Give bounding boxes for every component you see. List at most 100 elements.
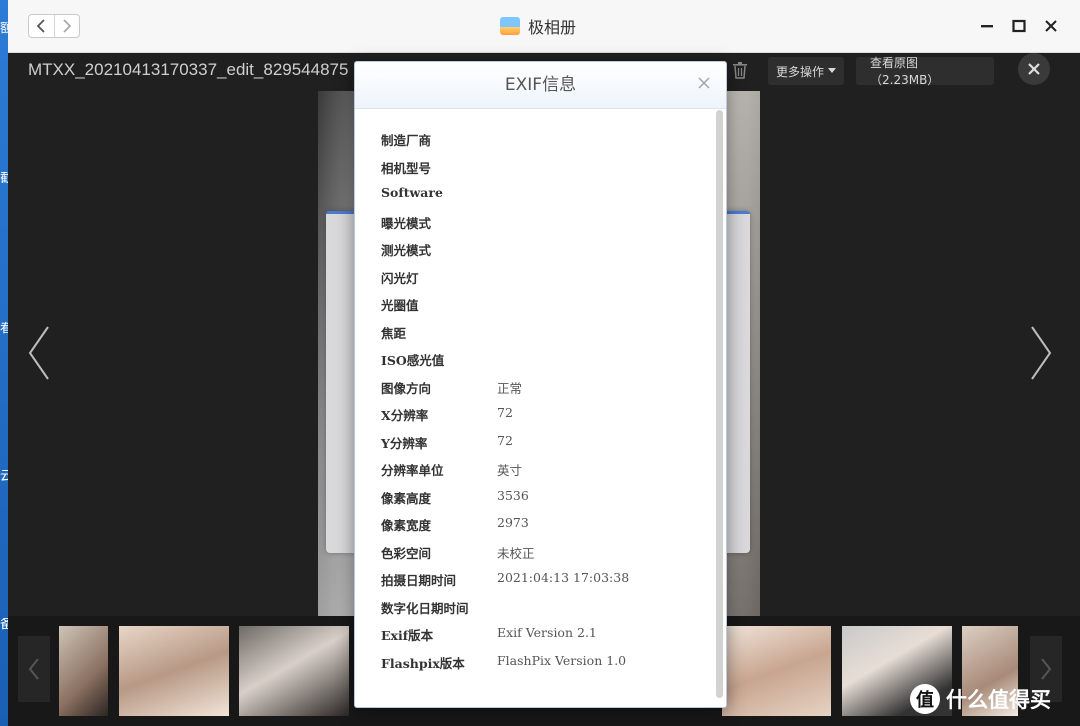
desktop-icon-label: 云	[0, 470, 8, 484]
watermark: 值 什么值得买	[910, 684, 1051, 714]
chevron-right-icon	[1041, 658, 1052, 680]
close-icon	[1045, 20, 1057, 32]
minimize-button[interactable]	[978, 14, 996, 38]
dialog-scrollbar[interactable]	[716, 110, 723, 698]
exif-value: 正常	[497, 380, 523, 396]
caret-down-icon	[828, 68, 837, 73]
exif-list: 制造厂商 相机型号 Software 曝光模式 测光模式 闪光灯 光圈值 焦距 ISO感光值 图像…	[381, 130, 701, 680]
maximize-button[interactable]	[1010, 14, 1028, 38]
exif-value: 2021:04:13 17:03:38	[497, 570, 630, 585]
exif-label: 数字化日期时间	[381, 600, 469, 616]
next-image-button[interactable]	[1028, 325, 1054, 381]
exif-row: ISO感光值	[381, 350, 701, 378]
exif-value: 72	[497, 405, 513, 420]
exif-value: 72	[497, 432, 513, 448]
exif-row: 色彩空间 未校正	[381, 543, 701, 571]
exif-label: 测光模式	[381, 243, 432, 258]
exif-label: Flashpix版本	[381, 655, 465, 671]
nav-button-group	[28, 14, 80, 38]
chevron-left-icon	[28, 326, 49, 380]
exif-label: 闪光灯	[381, 270, 419, 286]
thumbnail[interactable]	[59, 626, 108, 716]
exif-row: 数字化日期时间	[381, 598, 701, 626]
thumbnail[interactable]	[239, 626, 349, 716]
exif-value: 3536	[497, 487, 529, 503]
exif-label: 制造厂商	[381, 133, 432, 148]
exif-row: Flashpix版本 FlashPix Version 1.0	[381, 653, 701, 681]
trash-icon	[733, 62, 747, 79]
delete-button[interactable]	[732, 61, 752, 83]
desktop-icon-label: 看	[0, 322, 8, 336]
more-actions-label: 更多操作	[776, 64, 825, 79]
exif-label: ISO感光值	[381, 353, 445, 368]
app-title: 极相册	[500, 14, 576, 38]
exif-label: 拍摄日期时间	[381, 573, 457, 588]
close-viewer-button[interactable]	[1018, 53, 1050, 85]
close-window-button[interactable]	[1042, 14, 1060, 38]
exif-label: 相机型号	[381, 160, 432, 176]
desktop-background: 额 截 看 云 备	[0, 0, 8, 726]
exif-label: 曝光模式	[381, 215, 432, 231]
chevron-left-icon	[36, 19, 45, 33]
app-logo-icon	[500, 17, 520, 35]
minimize-icon	[981, 25, 993, 28]
exif-row: 像素高度 3536	[381, 488, 701, 516]
close-icon	[1028, 63, 1040, 75]
exif-row: 曝光模式	[381, 213, 701, 241]
exif-label: 色彩空间	[381, 545, 432, 561]
thumbnail[interactable]	[722, 626, 831, 716]
desktop-icon-label: 额	[0, 22, 8, 36]
exif-row: 焦距	[381, 323, 701, 351]
dialog-header: EXIF信息	[355, 62, 726, 109]
exif-row: Y分辨率 72	[381, 433, 701, 461]
thumbnail-prev-button[interactable]	[18, 636, 50, 702]
exif-row: 相机型号	[381, 158, 701, 186]
window-controls	[978, 14, 1060, 38]
image-filename: MTXX_20210413170337_edit_829544875	[28, 60, 349, 79]
exif-dialog: EXIF信息 制造厂商相机型号 Software 曝光模式测光模式闪光灯光圈值焦距 I…	[354, 61, 727, 708]
dialog-title: EXIF信息	[504, 75, 577, 95]
desktop-icon-label: 备	[0, 618, 8, 632]
more-actions-button[interactable]: 更多操作	[768, 57, 845, 85]
watermark-text: 什么值得买	[946, 688, 1051, 712]
exif-label: 像素宽度	[381, 518, 432, 533]
exif-row: 闪光灯	[381, 268, 701, 296]
exif-row: Software	[381, 185, 701, 213]
exif-value: FlashPix Version 1.0	[497, 652, 627, 668]
exif-label: X分辨率	[381, 408, 429, 423]
exif-value: Exif Version 2.1	[497, 625, 597, 640]
app-title-text: 极相册	[528, 18, 577, 37]
exif-label: 像素高度	[381, 490, 432, 506]
close-icon	[698, 77, 710, 89]
view-original-button[interactable]: 查看原图（2.23MB）	[856, 56, 994, 87]
exif-label: 焦距	[381, 325, 407, 341]
exif-label: 分辨率单位	[381, 463, 444, 478]
watermark-logo: 值	[910, 684, 940, 714]
desktop-icon-label: 截	[0, 172, 8, 186]
thumbnail[interactable]	[119, 626, 229, 716]
exif-row: 图像方向 正常	[381, 378, 701, 406]
previous-image-button[interactable]	[26, 325, 52, 381]
exif-label: Y分辨率	[381, 435, 428, 451]
exif-value: 英寸	[497, 463, 523, 478]
chevron-right-icon	[63, 19, 72, 33]
title-bar: 极相册	[8, 0, 1080, 53]
chevron-left-icon	[28, 658, 39, 680]
exif-row: 光圈值	[381, 295, 701, 323]
exif-label: Software	[381, 185, 443, 200]
back-button[interactable]	[29, 15, 54, 37]
exif-label: Exif版本	[381, 628, 434, 643]
exif-label: 光圈值	[381, 298, 419, 313]
exif-row: X分辨率 72	[381, 405, 701, 433]
exif-row: Exif版本 Exif Version 2.1	[381, 625, 701, 653]
exif-row: 制造厂商	[381, 130, 701, 158]
exif-row: 拍摄日期时间 2021:04:13 17:03:38	[381, 570, 701, 598]
exif-row: 像素宽度 2973	[381, 515, 701, 543]
chevron-right-icon	[1031, 326, 1052, 380]
maximize-icon	[1012, 19, 1026, 33]
dialog-close-button[interactable]	[697, 75, 713, 91]
exif-row: 分辨率单位 英寸	[381, 460, 701, 488]
exif-label: 图像方向	[381, 380, 432, 396]
forward-button[interactable]	[53, 15, 80, 37]
exif-value: 未校正	[497, 545, 535, 561]
